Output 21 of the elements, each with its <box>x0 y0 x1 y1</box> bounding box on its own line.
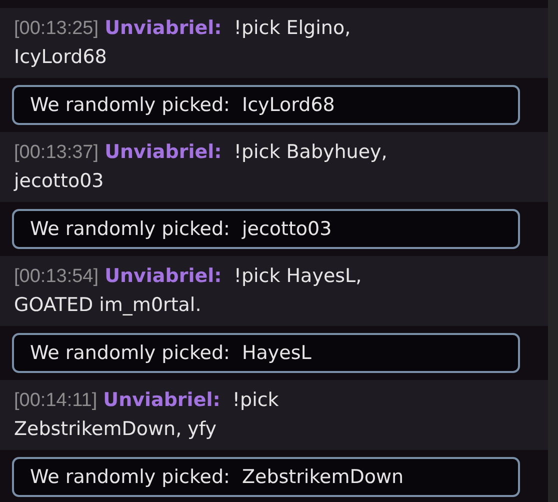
bot-reply: We randomly picked: ZebstrikemDown <box>12 457 520 497</box>
timestamp: [00:14:11] <box>14 390 98 411</box>
chat-message: !pick Babyhuey, <box>234 141 388 163</box>
bot-reply: We randomly picked: HayesL <box>12 333 520 373</box>
chat-message: jecotto03 <box>14 170 104 192</box>
chat-message: !pick HayesL, <box>234 265 362 287</box>
username: Unviabriel: <box>104 141 222 163</box>
chat-message: !pick <box>232 389 279 411</box>
bot-reply: We randomly picked: IcyLord68 <box>12 85 520 125</box>
scrollbar[interactable] <box>548 0 558 502</box>
username: Unviabriel: <box>103 389 220 411</box>
timestamp: [00:13:25] <box>14 18 99 39</box>
timestamp: [00:13:54] <box>14 266 99 287</box>
chat-message: IcyLord68 <box>14 46 107 68</box>
chat-message: GOATED im_m0rtal. <box>14 294 202 316</box>
timestamp: [00:13:37] <box>14 142 99 163</box>
chat-message: ZebstrikemDown, yfy <box>14 418 216 440</box>
username: Unviabriel: <box>104 265 222 287</box>
username: Unviabriel: <box>104 17 222 39</box>
chat-message: !pick Elgino, <box>234 17 351 39</box>
bot-reply: We randomly picked: jecotto03 <box>12 209 520 249</box>
